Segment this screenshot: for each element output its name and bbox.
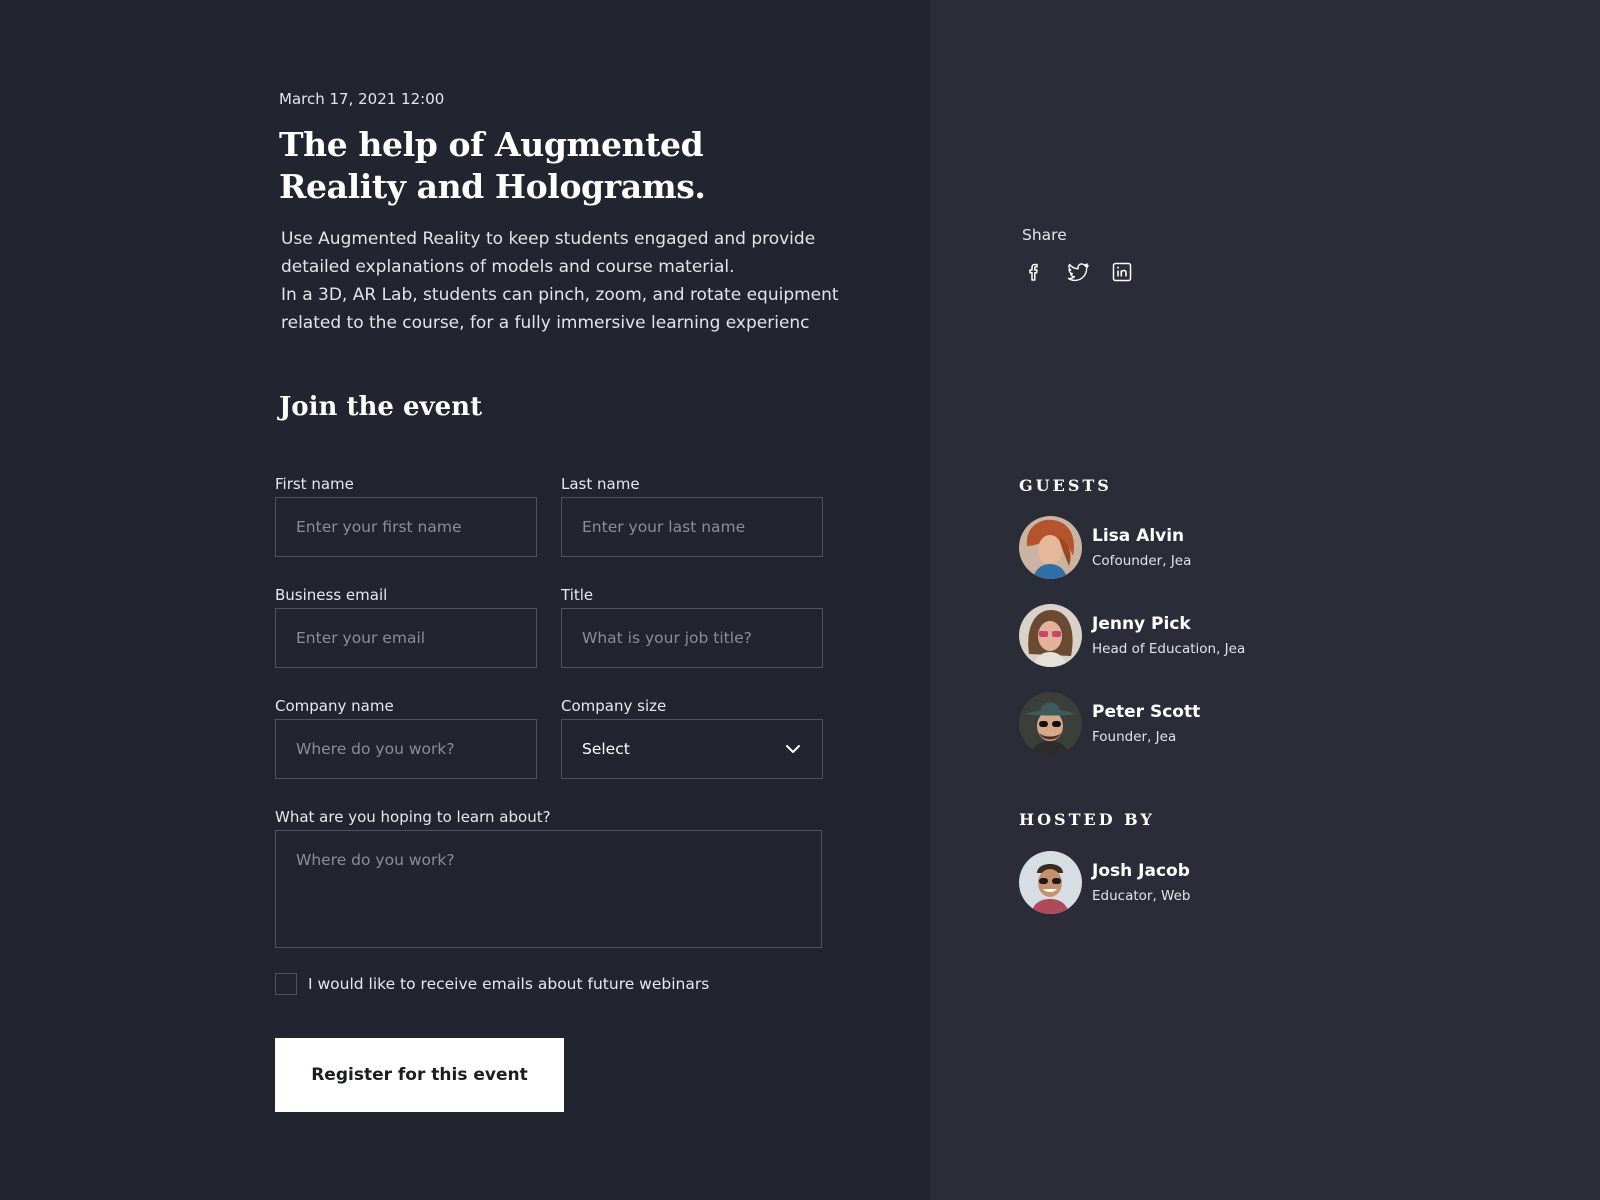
learning-goals-field: What are you hoping to learn about?	[275, 807, 822, 948]
join-event-heading: Join the event	[279, 392, 483, 422]
guest-role: Cofounder, Jea	[1092, 553, 1192, 569]
newsletter-label[interactable]: I would like to receive emails about fut…	[308, 975, 709, 993]
host-role: Educator, Web	[1092, 888, 1191, 904]
host-name: Josh Jacob	[1092, 861, 1190, 881]
company-name-field: Company name	[275, 696, 537, 779]
event-description-paragraph-2: In a 3D, AR Lab, students can pinch, zoo…	[281, 285, 839, 333]
twitter-icon[interactable]	[1066, 260, 1090, 284]
guest-card: Lisa Alvin Cofounder, Jea	[1019, 516, 1191, 579]
newsletter-option: I would like to receive emails about fut…	[275, 973, 709, 995]
job-title-input[interactable]	[561, 608, 823, 668]
company-name-label: Company name	[275, 697, 394, 715]
host-info: Josh Jacob Educator, Web	[1092, 860, 1190, 905]
guest-card: Peter Scott Founder, Jea	[1019, 692, 1200, 755]
guests-heading: GUESTS	[1019, 476, 1112, 495]
job-title-label: Title	[561, 586, 594, 604]
first-name-input[interactable]	[275, 497, 537, 557]
linkedin-icon[interactable]	[1110, 260, 1134, 284]
guest-avatar	[1019, 692, 1082, 755]
learning-goals-label: What are you hoping to learn about?	[275, 808, 551, 826]
guest-card: Jenny Pick Head of Education, Jea	[1019, 604, 1245, 667]
event-title: The help of Augmented Reality and Hologr…	[279, 125, 706, 206]
company-size-value: Select	[582, 740, 630, 758]
guest-role: Head of Education, Jea	[1092, 641, 1246, 657]
job-title-field: Title	[561, 585, 823, 668]
company-size-label: Company size	[561, 697, 667, 715]
last-name-field: Last name	[561, 474, 823, 557]
guest-name: Peter Scott	[1092, 702, 1201, 722]
guest-info: Peter Scott Founder, Jea	[1092, 701, 1200, 746]
guest-name: Lisa Alvin	[1092, 526, 1185, 546]
guest-role: Founder, Jea	[1092, 729, 1177, 745]
chevron-down-icon	[786, 745, 800, 753]
company-size-field: Company size Select	[561, 696, 823, 779]
guest-avatar	[1019, 604, 1082, 667]
email-label: Business email	[275, 586, 388, 604]
first-name-label: First name	[275, 475, 354, 493]
event-description-paragraph-1: Use Augmented Reality to keep students e…	[281, 229, 816, 277]
share-label: Share	[1022, 226, 1067, 244]
newsletter-checkbox[interactable]	[275, 973, 297, 995]
share-links	[1022, 260, 1134, 284]
hosted-by-heading: HOSTED BY	[1019, 810, 1155, 829]
host-card: Josh Jacob Educator, Web	[1019, 851, 1190, 914]
company-name-input[interactable]	[275, 719, 537, 779]
event-date: March 17, 2021 12:00	[279, 90, 445, 108]
first-name-field: First name	[275, 474, 537, 557]
last-name-input[interactable]	[561, 497, 823, 557]
register-button[interactable]: Register for this event	[275, 1038, 564, 1112]
host-avatar	[1019, 851, 1082, 914]
company-size-select[interactable]: Select	[561, 719, 823, 779]
guest-name: Jenny Pick	[1092, 614, 1191, 634]
event-description: Use Augmented Reality to keep students e…	[281, 225, 841, 337]
guest-avatar	[1019, 516, 1082, 579]
learning-goals-textarea[interactable]	[275, 830, 822, 948]
guest-info: Jenny Pick Head of Education, Jea	[1092, 613, 1245, 658]
facebook-icon[interactable]	[1022, 260, 1046, 284]
last-name-label: Last name	[561, 475, 640, 493]
email-field: Business email	[275, 585, 537, 668]
email-input[interactable]	[275, 608, 537, 668]
guest-info: Lisa Alvin Cofounder, Jea	[1092, 525, 1191, 570]
event-sidebar	[930, 0, 1600, 1200]
